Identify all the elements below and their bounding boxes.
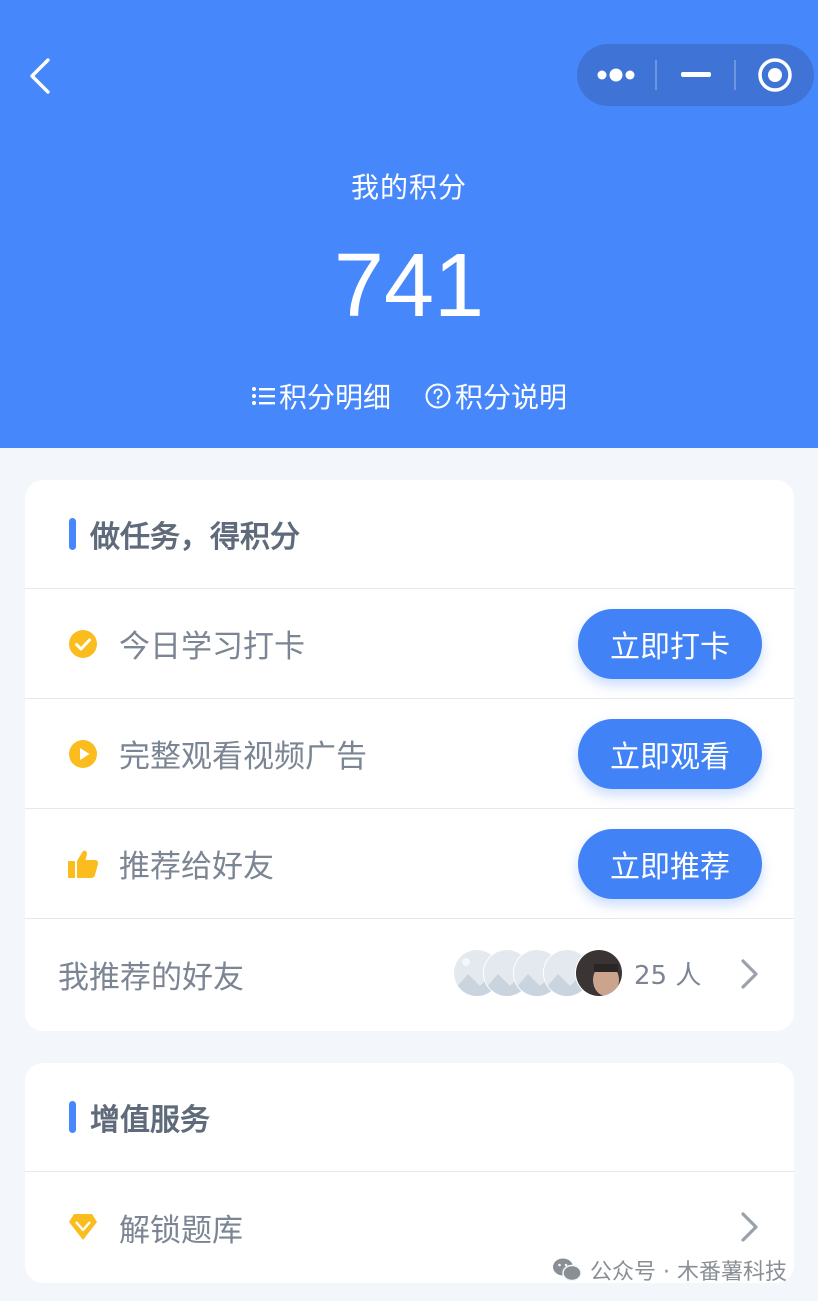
miniprogram-capsule (577, 44, 814, 106)
close-miniprogram-button[interactable] (736, 44, 814, 106)
check-circle-icon (65, 626, 101, 662)
more-button[interactable] (577, 44, 655, 106)
wechat-icon (553, 1258, 582, 1282)
list-icon (251, 387, 275, 405)
tasks-section-header: 做任务，得积分 (25, 480, 794, 589)
avatar (575, 949, 623, 997)
watch-ad-button[interactable]: 立即观看 (578, 719, 762, 789)
page-title: 我的积分 (350, 171, 467, 204)
header-links: 积分明细 积分说明 (0, 376, 818, 416)
thumbs-up-icon (65, 846, 101, 882)
services-section-title: 增值服务 (90, 1103, 210, 1138)
section-accent-bar (69, 1101, 76, 1133)
friends-count: 25 人 (634, 961, 702, 991)
task-label: 今日学习打卡 (119, 629, 305, 665)
points-explain-label: 积分说明 (455, 381, 568, 414)
services-section-header: 增值服务 (25, 1063, 794, 1172)
back-button[interactable] (18, 52, 62, 100)
points-value: 741 (333, 236, 485, 336)
target-circle-icon (758, 58, 792, 92)
points-header: 我的积分 741 积分明细 积分说明 (0, 0, 818, 448)
task-label: 完整观看视频广告 (119, 739, 367, 775)
points-explain-link[interactable]: 积分说明 (425, 376, 567, 416)
minus-icon (680, 72, 711, 77)
points-details-link[interactable]: 积分明细 (251, 376, 391, 416)
service-label: 解锁题库 (119, 1212, 243, 1249)
checkin-button[interactable]: 立即打卡 (578, 609, 762, 679)
points-details-label: 积分明细 (278, 381, 391, 414)
task-row-video: 完整观看视频广告 立即观看 (25, 699, 794, 809)
section-accent-bar (69, 518, 76, 550)
more-dots-icon (597, 68, 635, 82)
recommend-button[interactable]: 立即推荐 (578, 829, 762, 899)
diamond-icon (65, 1209, 101, 1245)
friend-avatars (453, 949, 625, 999)
chevron-right-icon (741, 1212, 758, 1242)
watermark: 公众号 · 木番薯科技 (552, 1254, 787, 1286)
services-card: 增值服务 解锁题库 (25, 1063, 794, 1283)
watermark-text: 公众号 · 木番薯科技 (590, 1260, 787, 1285)
tasks-section-title: 做任务，得积分 (90, 520, 300, 555)
task-row-checkin: 今日学习打卡 立即打卡 (25, 589, 794, 699)
task-row-recommend: 推荐给好友 立即推荐 (25, 809, 794, 919)
minimize-button[interactable] (657, 44, 735, 106)
tasks-card: 做任务，得积分 今日学习打卡 立即打卡 完整观看视频广告 立即观看 推荐给好友 … (25, 480, 794, 1031)
task-label: 推荐给好友 (119, 849, 274, 885)
play-circle-icon (65, 736, 101, 772)
chevron-left-icon (30, 58, 50, 94)
my-referred-friends-row[interactable]: 我推荐的好友 25 人 (25, 919, 794, 1029)
chevron-right-icon (741, 959, 758, 989)
question-circle-icon (425, 383, 451, 409)
friends-label: 我推荐的好友 (58, 959, 244, 996)
